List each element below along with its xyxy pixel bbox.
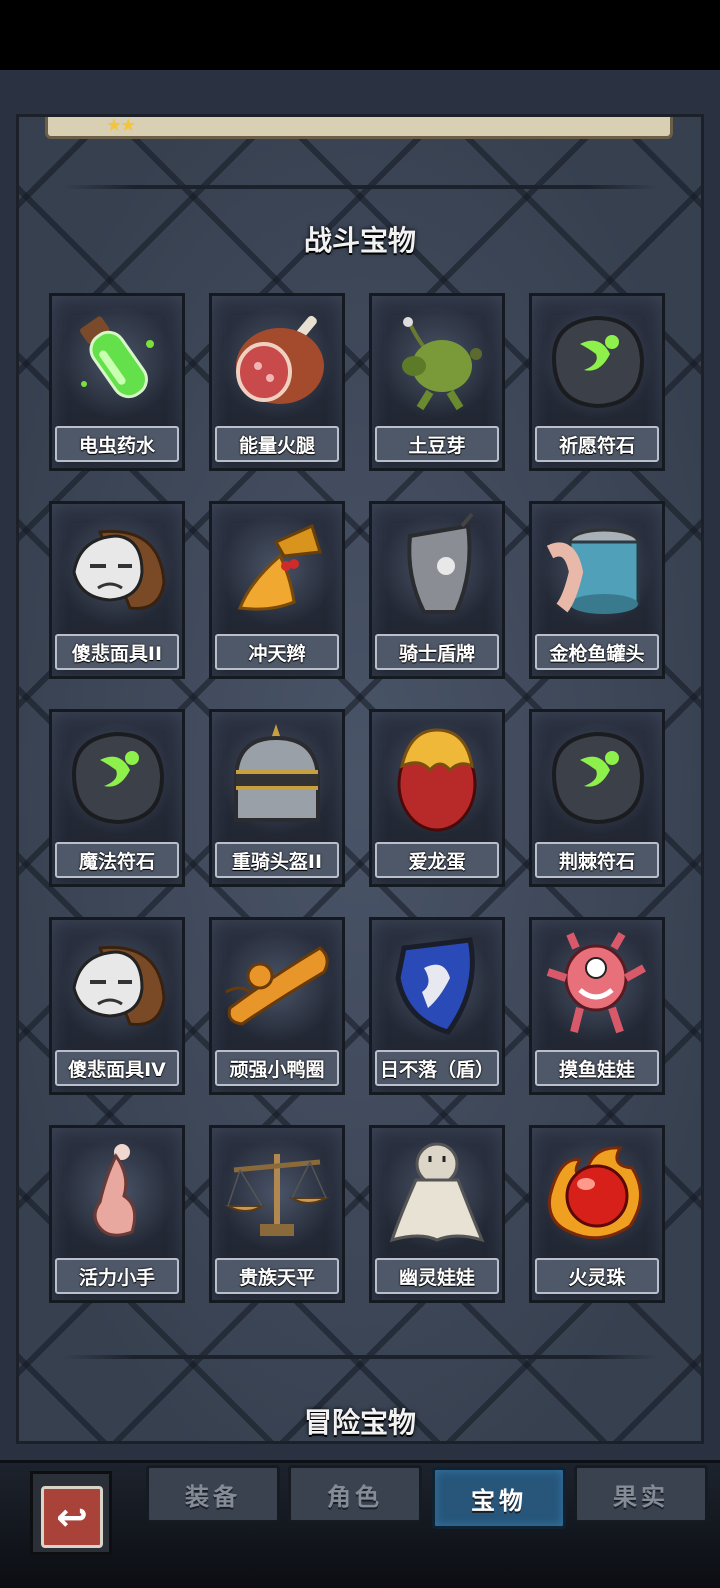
divider (63, 1355, 659, 1359)
treasure-card[interactable]: 荆棘符石 (529, 709, 665, 887)
treasure-card[interactable]: 日不落（盾） (369, 917, 505, 1095)
treasure-name: 日不落（盾） (375, 1050, 499, 1086)
treasure-name: 魔法符石 (55, 842, 179, 878)
tuna-can-icon (540, 512, 654, 628)
status-bar (0, 0, 720, 70)
treasure-name: 重骑头盔II (215, 842, 339, 878)
treasure-name: 祈愿符石 (535, 426, 659, 462)
helmet-icon (220, 720, 334, 836)
rune-stone-icon (540, 304, 654, 420)
sprout-creature-icon (380, 304, 494, 420)
treasure-name: 电虫药水 (55, 426, 179, 462)
treasure-name: 摸鱼娃娃 (535, 1050, 659, 1086)
treasure-card[interactable]: 摸鱼娃娃 (529, 917, 665, 1095)
treasure-name: 傻悲面具II (55, 634, 179, 670)
bottom-nav: ↩ 装备 角色 宝物 果实 (0, 1460, 720, 1588)
ghost-doll-icon (380, 1136, 494, 1252)
treasure-name: 贵族天平 (215, 1258, 339, 1294)
section-title-battle: 战斗宝物 (303, 224, 416, 257)
treasure-name: 爱龙蛋 (375, 842, 499, 878)
treasure-card[interactable]: 能量火腿 (209, 293, 345, 471)
ham-icon (220, 304, 334, 420)
treasure-card[interactable]: 土豆芽 (369, 293, 505, 471)
hand-icon (60, 1136, 174, 1252)
back-button[interactable]: ↩ (30, 1471, 112, 1555)
treasure-panel[interactable]: ★★ 战斗宝物 电虫药水 能量火腿 土豆芽 祈愿符石傻悲面具II 冲天辫 骑士盾牌 金枪鱼罐… (16, 114, 704, 1444)
treasure-card[interactable]: 魔法符石 (49, 709, 185, 887)
tab-character[interactable]: 角色 (288, 1465, 422, 1523)
mask-icon (60, 928, 174, 1044)
dragon-egg-icon (380, 720, 494, 836)
treasure-screen: ★★ 战斗宝物 电虫药水 能量火腿 土豆芽 祈愿符石傻悲面具II 冲天辫 骑士盾牌 金枪鱼罐… (0, 70, 720, 1460)
rune-stone-icon (60, 720, 174, 836)
back-arrow-icon: ↩ (41, 1486, 103, 1548)
treasure-card[interactable]: 骑士盾牌 (369, 501, 505, 679)
treasure-card[interactable]: 爱龙蛋 (369, 709, 505, 887)
tab-fruit[interactable]: 果实 (574, 1465, 708, 1523)
pigtail-icon (220, 512, 334, 628)
blue-shield-icon (380, 928, 494, 1044)
treasure-name: 冲天辫 (215, 634, 339, 670)
mask-icon (60, 512, 174, 628)
treasure-name: 能量火腿 (215, 426, 339, 462)
treasure-card[interactable]: 活力小手 (49, 1125, 185, 1303)
treasure-name: 金枪鱼罐头 (535, 634, 659, 670)
treasure-card[interactable]: 重骑头盔II (209, 709, 345, 887)
treasure-card[interactable]: 贵族天平 (209, 1125, 345, 1303)
divider (63, 185, 659, 189)
treasure-name: 荆棘符石 (535, 842, 659, 878)
duck-ring-icon (220, 928, 334, 1044)
treasure-card[interactable]: 傻悲面具IV (49, 917, 185, 1095)
previous-card-edge: ★★ (45, 117, 673, 139)
scales-icon (220, 1136, 334, 1252)
treasure-card[interactable]: 幽灵娃娃 (369, 1125, 505, 1303)
star-rating-icon: ★★ (106, 115, 136, 136)
treasure-card[interactable]: 冲天辫 (209, 501, 345, 679)
treasure-name: 活力小手 (55, 1258, 179, 1294)
tab-treasure[interactable]: 宝物 (432, 1467, 566, 1529)
pink-doll-icon (540, 928, 654, 1044)
treasure-name: 幽灵娃娃 (375, 1258, 499, 1294)
fire-orb-icon (540, 1136, 654, 1252)
treasure-card[interactable]: 火灵珠 (529, 1125, 665, 1303)
treasure-name: 土豆芽 (375, 426, 499, 462)
treasure-name: 傻悲面具IV (55, 1050, 179, 1086)
treasure-card[interactable]: 电虫药水 (49, 293, 185, 471)
treasure-name: 骑士盾牌 (375, 634, 499, 670)
treasure-card[interactable]: 傻悲面具II (49, 501, 185, 679)
knight-shield-icon (380, 512, 494, 628)
section-title-adventure: 冒险宝物 (303, 1406, 416, 1439)
rune-stone-icon (540, 720, 654, 836)
treasure-card[interactable]: 金枪鱼罐头 (529, 501, 665, 679)
treasure-card[interactable]: 祈愿符石 (529, 293, 665, 471)
treasure-name: 火灵珠 (535, 1258, 659, 1294)
treasure-card[interactable]: 顽强小鸭圈 (209, 917, 345, 1095)
tab-equipment[interactable]: 装备 (146, 1465, 280, 1523)
treasure-name: 顽强小鸭圈 (215, 1050, 339, 1086)
green-potion-icon (60, 304, 174, 420)
